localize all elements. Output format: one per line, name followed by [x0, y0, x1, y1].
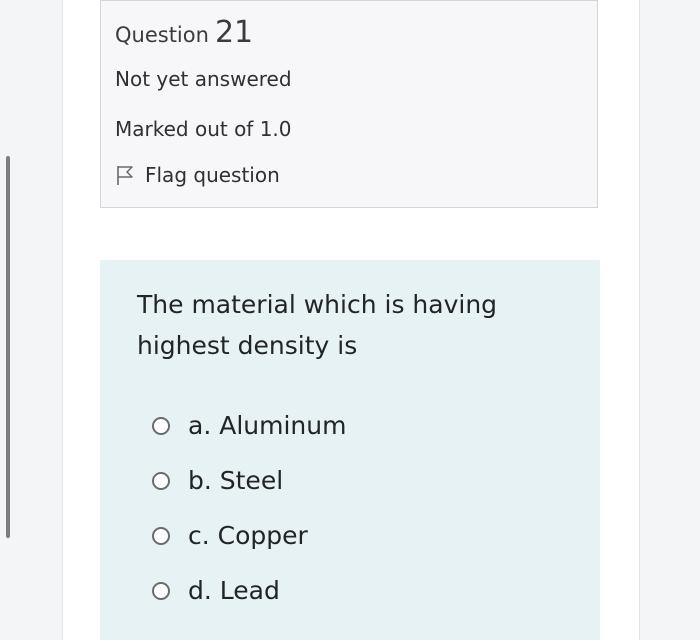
question-title: Question 21 — [115, 15, 253, 50]
question-marks: Marked out of 1.0 — [115, 117, 292, 141]
answer-option-d[interactable]: d. Lead — [152, 576, 280, 605]
answer-label-c: c. Copper — [188, 521, 308, 550]
flag-question-label: Flag question — [145, 163, 280, 187]
answer-option-b[interactable]: b. Steel — [152, 466, 283, 495]
radio-button-b[interactable] — [152, 471, 170, 490]
scrollbar[interactable] — [6, 156, 10, 538]
answer-label-a: a. Aluminum — [188, 411, 347, 440]
question-info-panel: Question 21 Not yet answered Marked out o… — [100, 0, 598, 208]
question-panel: The material which is having highest den… — [100, 260, 600, 640]
answer-option-a[interactable]: a. Aluminum — [152, 411, 346, 440]
radio-button-d[interactable] — [152, 581, 170, 600]
flag-question-button[interactable]: Flag question — [115, 163, 280, 187]
answer-label-b: b. Steel — [188, 466, 284, 495]
question-number: 21 — [214, 15, 254, 50]
quiz-page: Question 21 Not yet answered Marked out o… — [0, 0, 700, 640]
question-label: Question — [115, 23, 209, 47]
radio-button-a[interactable] — [152, 416, 170, 435]
answer-label-d: d. Lead — [188, 576, 280, 605]
question-status: Not yet answered — [115, 67, 292, 91]
radio-button-c[interactable] — [152, 526, 170, 545]
flag-icon — [115, 164, 135, 186]
question-text: The material which is having highest den… — [137, 290, 498, 360]
answer-option-c[interactable]: c. Copper — [152, 521, 308, 550]
